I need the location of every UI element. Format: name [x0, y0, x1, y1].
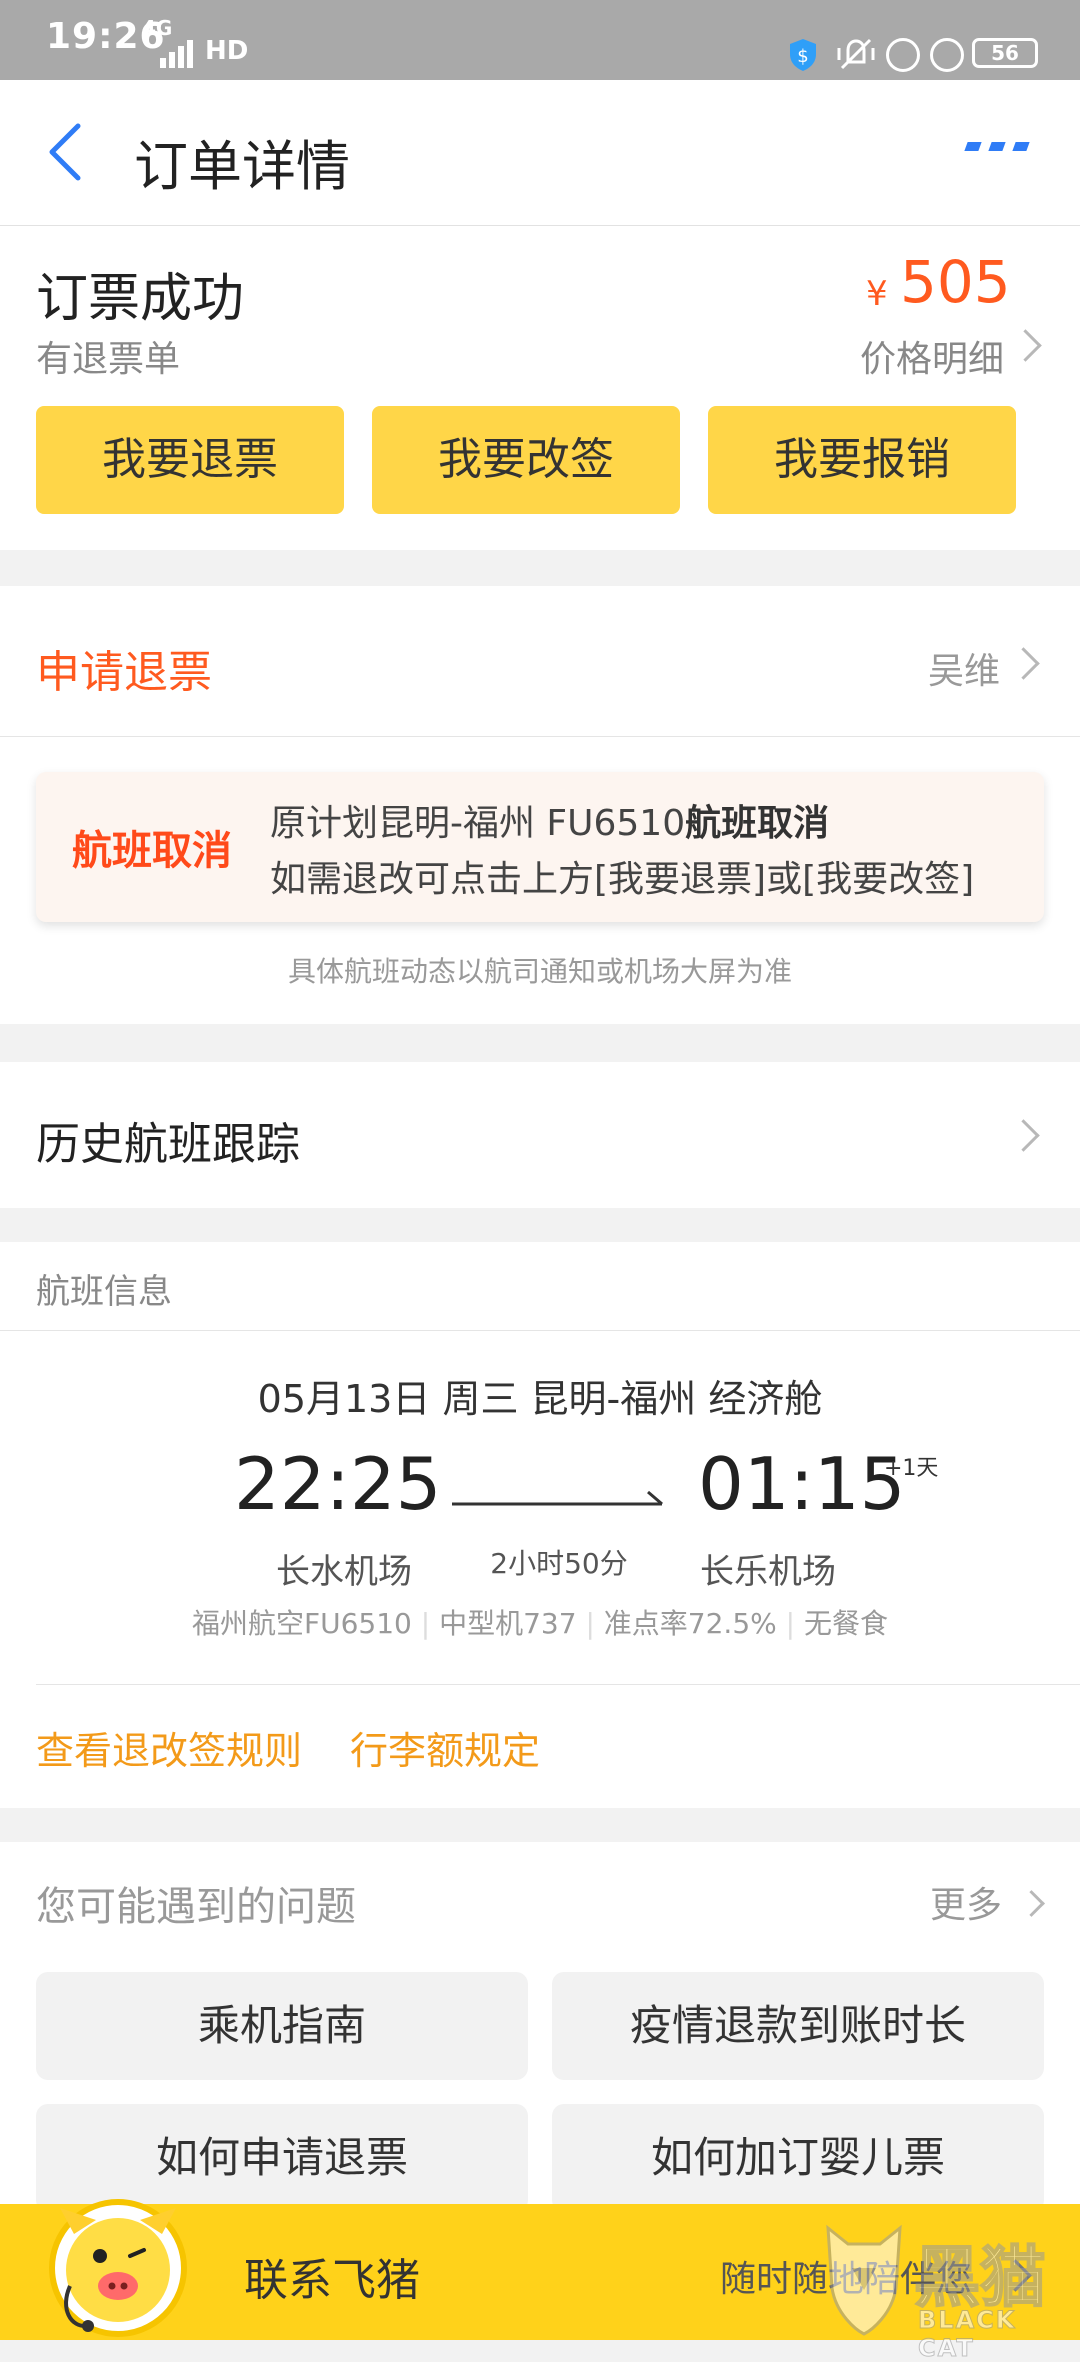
battery-icon: 56: [972, 38, 1038, 68]
hd-icon: HD: [205, 36, 249, 66]
currency-symbol: ¥: [866, 274, 888, 314]
faq-title: 您可能遇到的问题: [36, 1884, 356, 1930]
history-label: 历史航班跟踪: [36, 1119, 300, 1170]
refund-ticket-button[interactable]: 我要退票: [36, 406, 344, 514]
more-menu-icon[interactable]: [964, 142, 1030, 156]
price-block[interactable]: ¥ 505 价格明细: [820, 248, 1060, 388]
alarm-icon: [930, 38, 964, 72]
flight-section-title: 航班信息: [36, 1272, 172, 1312]
mascot-avatar-icon[interactable]: [30, 2178, 200, 2340]
departure-time: 22:25: [234, 1442, 442, 1526]
price-detail-label: 价格明细: [860, 339, 1005, 380]
flight-meta: 福州航空FU6510 | 中型机737 | 准点率72.5% | 无餐食: [0, 1602, 1080, 1642]
mute-vibrate-icon: [837, 38, 875, 70]
flight-date-line: 05月13日 周三 昆明-福州 经济舱: [257, 1377, 823, 1421]
arrival-airport: 长乐机场: [700, 1552, 836, 1592]
chevron-right-icon: [1007, 647, 1040, 680]
flight-duration: 2小时50分: [490, 1547, 628, 1580]
back-icon[interactable]: [46, 122, 86, 182]
chevron-right-icon: [1018, 1890, 1045, 1917]
cancel-notice: 航班取消 原计划昆明-福州 FU6510航班取消 如需退改可点击上方[我要退票]…: [36, 772, 1044, 922]
nav-header: 订单详情: [0, 80, 1080, 226]
lock-rotation-icon: [886, 38, 920, 72]
notice-footnote: 具体航班动态以航司通知或机场大屏为准: [287, 955, 792, 988]
departure-airport: 长水机场: [276, 1552, 412, 1592]
meta-separator: |: [420, 1607, 440, 1640]
chevron-right-icon: [1009, 329, 1042, 362]
order-sub-status: 有退票单: [36, 339, 181, 380]
cancel-line-2: 如需退改可点击上方[我要退票]或[我要改签]: [270, 859, 975, 900]
flight-arrow-icon: [452, 1490, 663, 1506]
divider: [36, 1684, 1080, 1685]
signal-icon: [160, 38, 196, 68]
meal-info: 无餐食: [804, 1607, 889, 1640]
flight-info-card: 航班信息 05月13日 周三 昆明-福州 经济舱 22:25 2小时50分 01…: [0, 1242, 1080, 1808]
watermark-logo: 黑猫 BLACK CAT: [822, 2218, 1080, 2362]
reimburse-button[interactable]: 我要报销: [708, 406, 1016, 514]
change-rules-link[interactable]: 查看退改签规则: [36, 1720, 302, 1775]
cancel-line-1-text: 原计划昆明-福州 FU6510: [270, 803, 686, 844]
meta-separator: |: [785, 1607, 804, 1640]
passenger-name: 吴维: [928, 651, 1001, 692]
airline-flight-no: 福州航空FU6510: [191, 1607, 412, 1640]
history-tracking-row[interactable]: 历史航班跟踪: [0, 1062, 1080, 1208]
svg-text:$: $: [797, 46, 808, 67]
faq-more-label: 更多: [930, 1885, 1003, 1926]
arrival-time: 01:15: [698, 1442, 906, 1526]
refund-card: 申请退票 吴维 航班取消 原计划昆明-福州 FU6510航班取消 如需退改可点击…: [0, 586, 1080, 1024]
refund-label: 申请退票: [36, 647, 212, 698]
baggage-rules-link[interactable]: 行李额规定: [350, 1720, 540, 1775]
faq-item[interactable]: 疫情退款到账时长: [552, 1972, 1044, 2080]
faq-item[interactable]: 乘机指南: [36, 1972, 528, 2080]
contact-label: 联系飞猪: [244, 2255, 420, 2306]
shield-icon: $: [790, 39, 816, 71]
network-type: 4G: [142, 16, 173, 40]
chevron-right-icon: [1007, 1119, 1040, 1152]
watermark-en: BLACK CAT: [918, 2306, 1017, 2362]
status-bar: 19:26 4G HD $ 56: [0, 0, 1080, 80]
order-status-card: 订票成功 有退票单 ¥ 505 价格明细 我要退票 我要改签 我要报销: [0, 226, 1080, 550]
change-ticket-button[interactable]: 我要改签: [372, 406, 680, 514]
refund-row[interactable]: 申请退票 吴维: [0, 586, 1080, 737]
aircraft-type: 中型机737: [439, 1607, 577, 1640]
cancel-line-1: 原计划昆明-福州 FU6510航班取消: [270, 794, 829, 846]
faq-item[interactable]: 如何加订婴儿票: [552, 2104, 1044, 2212]
cat-logo-icon: [826, 2224, 902, 2336]
next-day-badge: +1天: [884, 1456, 939, 1481]
price-value: 505: [900, 248, 1011, 316]
on-time-rate: 准点率72.5%: [603, 1607, 777, 1640]
divider: [0, 1330, 1080, 1331]
faq-more-link[interactable]: 更多: [930, 1876, 1050, 1926]
page-title: 订单详情: [134, 135, 350, 198]
order-status: 订票成功: [36, 269, 245, 329]
meta-separator: |: [585, 1607, 604, 1640]
cancel-line-1-bold: 航班取消: [685, 803, 830, 844]
cancel-badge: 航班取消: [72, 828, 232, 874]
